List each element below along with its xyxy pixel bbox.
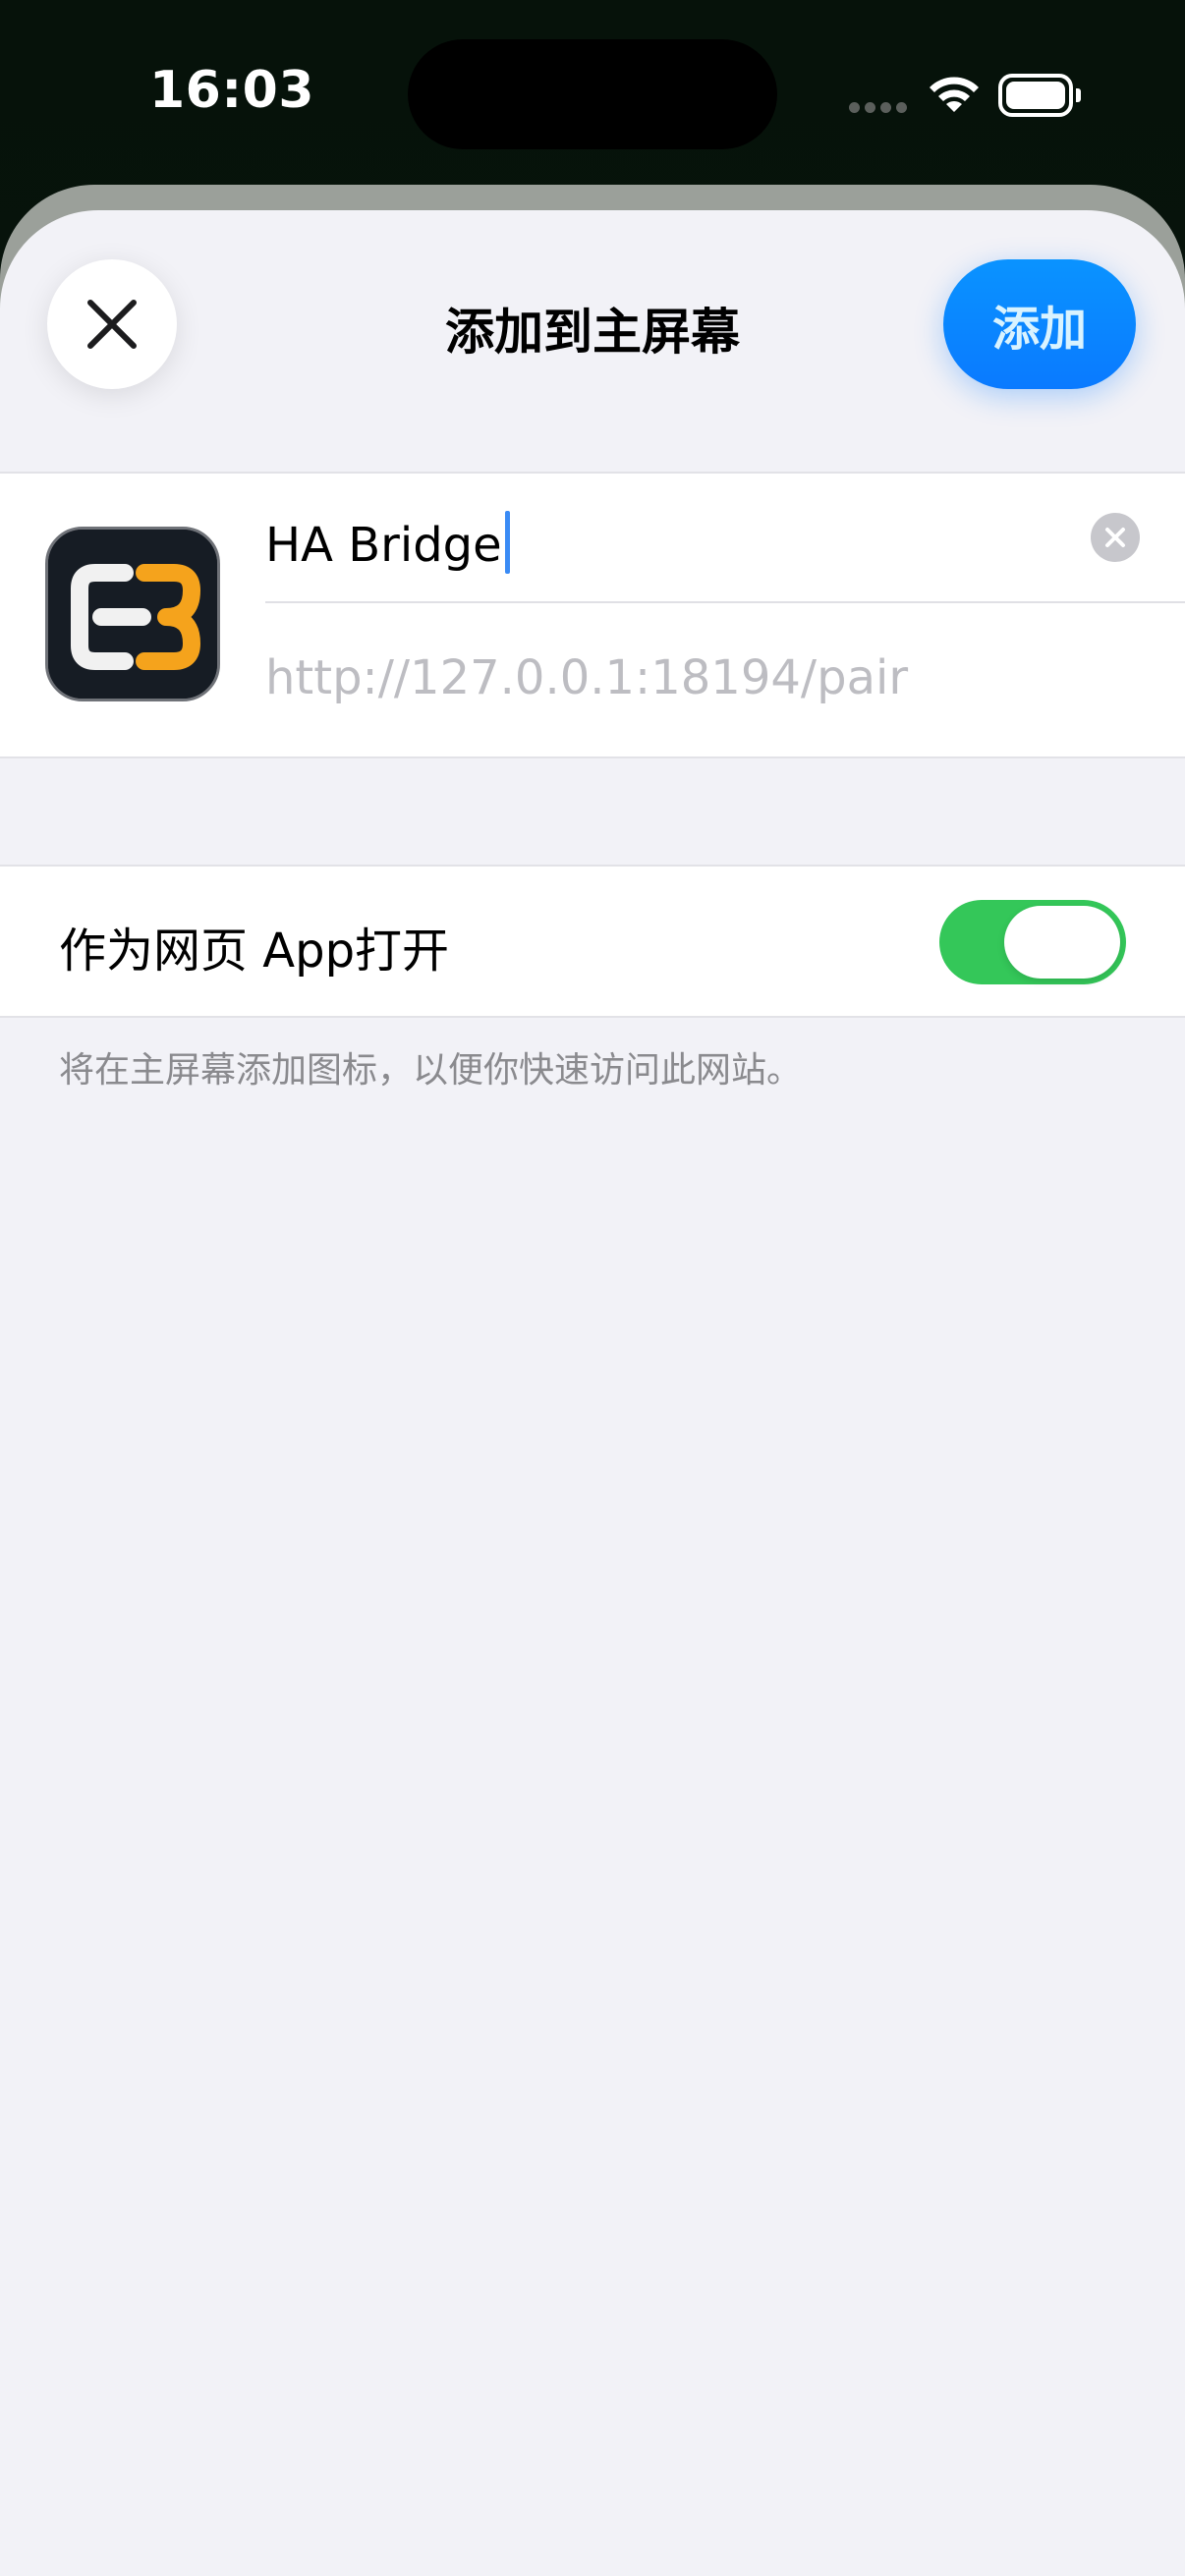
screen: 16:03 添加到主屏幕 添加 (0, 0, 1185, 2576)
add-button[interactable]: 添加 (943, 259, 1136, 389)
web-app-toggle-switch[interactable] (939, 900, 1126, 984)
clear-text-button[interactable] (1091, 513, 1140, 562)
dynamic-island (408, 39, 777, 149)
clear-circle-icon (1105, 528, 1125, 547)
battery-icon (998, 74, 1081, 117)
status-time: 16:03 (149, 61, 315, 120)
toggle-knob (1004, 906, 1120, 979)
name-input[interactable] (265, 501, 1071, 589)
cellular-signal-icon (849, 102, 908, 116)
wifi-icon (930, 77, 979, 112)
